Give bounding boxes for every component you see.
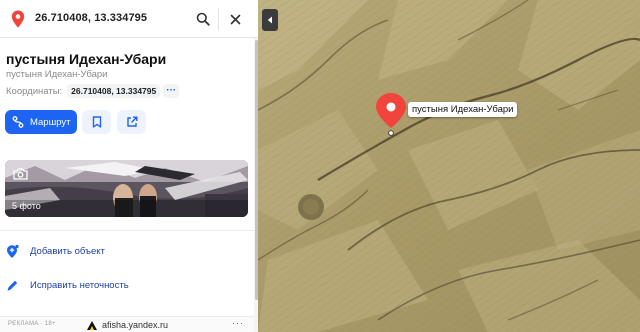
search-separator [218,8,219,30]
close-icon [230,14,240,24]
add-location-icon [7,244,19,258]
share-button[interactable] [117,110,146,134]
bookmark-button[interactable] [82,110,111,134]
pencil-icon [7,280,18,291]
coordinates-row: Координаты: 26.710408, 13.334795 ··· [6,84,180,98]
add-object-label: Добавить объект [30,245,105,257]
add-object-action[interactable]: Добавить объект [6,242,105,260]
photo-thumbnail [5,160,248,217]
fix-error-label: Исправить неточность [30,279,129,291]
share-icon [126,116,137,127]
ad-text: afisha.yandex.ru [102,320,169,330]
ad-menu-icon[interactable]: ··· [232,318,244,328]
search-input[interactable]: 26.710408, 13.334795 [35,12,147,24]
location-pin-icon [11,10,25,28]
ad-label: РЕКЛАМА · 18+ [8,321,56,327]
search-bar[interactable]: 26.710408, 13.334795 [0,0,258,38]
ad-banner[interactable]: РЕКЛАМА · 18+ afisha.yandex.ru ··· [0,316,254,332]
close-button[interactable] [222,6,248,32]
map-canvas[interactable] [258,0,640,332]
route-button-label: Маршрут [30,116,71,128]
collapse-panel-button[interactable] [262,9,278,31]
more-icon[interactable]: ··· [163,84,180,98]
place-subtitle: пустыня Идехан-Убари [6,69,108,80]
photo-count: 5 фото [12,201,41,211]
map-marker-label[interactable]: пустыня Идехан-Убари [408,102,518,117]
coordinates-value[interactable]: 26.710408, 13.334795 [67,84,161,98]
satellite-map [258,0,640,332]
route-icon [12,116,24,128]
route-button[interactable]: Маршрут [5,110,77,134]
photo-gallery[interactable]: 5 фото [5,160,248,217]
search-icon [196,12,210,26]
bookmark-icon [92,116,101,128]
divider [0,230,254,231]
coordinates-label: Координаты: [6,85,63,97]
search-button[interactable] [190,6,216,32]
chevron-left-icon [267,16,272,24]
place-panel: 26.710408, 13.334795 пустыня Идехан-Убар… [0,0,258,332]
place-title: пустыня Идехан-Убари [6,51,167,67]
afisha-logo-icon [87,321,97,330]
fix-error-action[interactable]: Исправить неточность [6,276,129,294]
camera-icon [13,168,28,180]
